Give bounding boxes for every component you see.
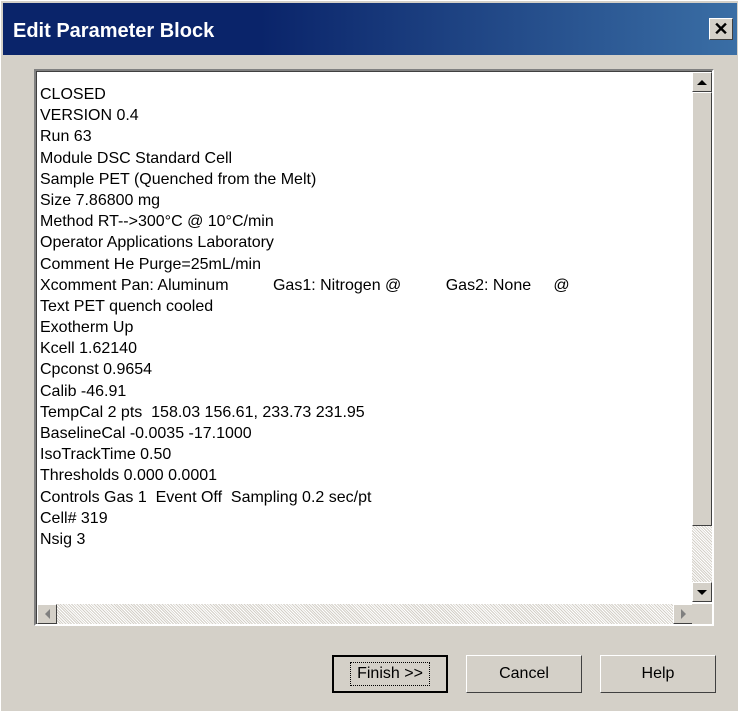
text-line: Module DSC Standard Cell — [40, 149, 233, 167]
text-line: Controls Gas 1 Event Off Sampling 0.2 se… — [40, 488, 372, 506]
text-line: Size 7.86800 mg — [40, 191, 161, 209]
text-line: Comment He Purge=25mL/min — [40, 255, 261, 273]
text-line: CLOSED — [40, 86, 106, 103]
text-line: Thresholds 0.000 0.0001 — [40, 467, 218, 485]
help-button-label: Help — [641, 665, 675, 682]
finish-button-label: Finish >> — [350, 662, 430, 686]
close-icon: ✕ — [713, 19, 729, 39]
arrow-right-icon — [680, 609, 686, 619]
scroll-up-button[interactable] — [692, 72, 712, 92]
text-line: Text PET quench cooled — [40, 297, 214, 315]
title-bar[interactable]: Edit Parameter Block ✕ — [3, 3, 737, 55]
vertical-scrollbar[interactable] — [692, 72, 712, 602]
text-line: BaselineCal -0.0035 -17.1000 — [40, 425, 252, 442]
text-line: Method RT-->300°C @ 10°C/min — [40, 213, 274, 231]
arrow-down-icon — [697, 589, 707, 595]
arrow-left-icon — [44, 609, 50, 619]
arrow-up-icon — [697, 79, 707, 85]
close-button[interactable]: ✕ — [709, 18, 733, 40]
text-line: IsoTrackTime 0.50 — [40, 446, 172, 464]
text-area-inner: CLOSED VERSION 0.4 Run 63 Module DSC Sta… — [36, 71, 712, 624]
dialog-title: Edit Parameter Block — [13, 20, 215, 42]
horizontal-scrollbar[interactable] — [37, 604, 693, 624]
cancel-button-label: Cancel — [499, 665, 549, 682]
scrollbar-corner — [692, 604, 712, 624]
text-line: Calib -46.91 — [40, 382, 127, 400]
scroll-left-button[interactable] — [37, 604, 57, 624]
cancel-button[interactable]: Cancel — [466, 655, 582, 693]
text-line: VERSION 0.4 — [40, 107, 139, 125]
parameter-text-area[interactable]: CLOSED VERSION 0.4 Run 63 Module DSC Sta… — [34, 69, 714, 626]
text-lines: CLOSED VERSION 0.4 Run 63 Module DSC Sta… — [40, 84, 680, 590]
finish-button[interactable]: Finish >> — [332, 655, 448, 693]
text-line: Operator Applications Laboratory — [40, 234, 274, 252]
text-line: Exotherm Up — [40, 319, 134, 337]
text-line: Kcell 1.62140 — [40, 340, 137, 358]
scroll-right-button[interactable] — [673, 604, 693, 624]
text-line: Cell# 319 — [40, 509, 108, 527]
help-button[interactable]: Help — [600, 655, 716, 693]
scroll-down-button[interactable] — [692, 582, 712, 602]
text-line: Xcomment Pan: Aluminum Gas1: Nitrogen @ … — [40, 276, 570, 294]
text-line: Run 63 — [40, 128, 92, 146]
text-line: TempCal 2 pts 158.03 156.61, 233.73 231.… — [40, 403, 365, 421]
text-line: Nsig 3 — [40, 530, 86, 548]
text-line: Cpconst 0.9654 — [40, 361, 153, 379]
vertical-scroll-thumb[interactable] — [692, 92, 712, 526]
text-line: Sample PET (Quenched from the Melt) — [40, 170, 317, 188]
dialog-window: Edit Parameter Block ✕ CLOSED VERSION 0.… — [0, 0, 739, 712]
